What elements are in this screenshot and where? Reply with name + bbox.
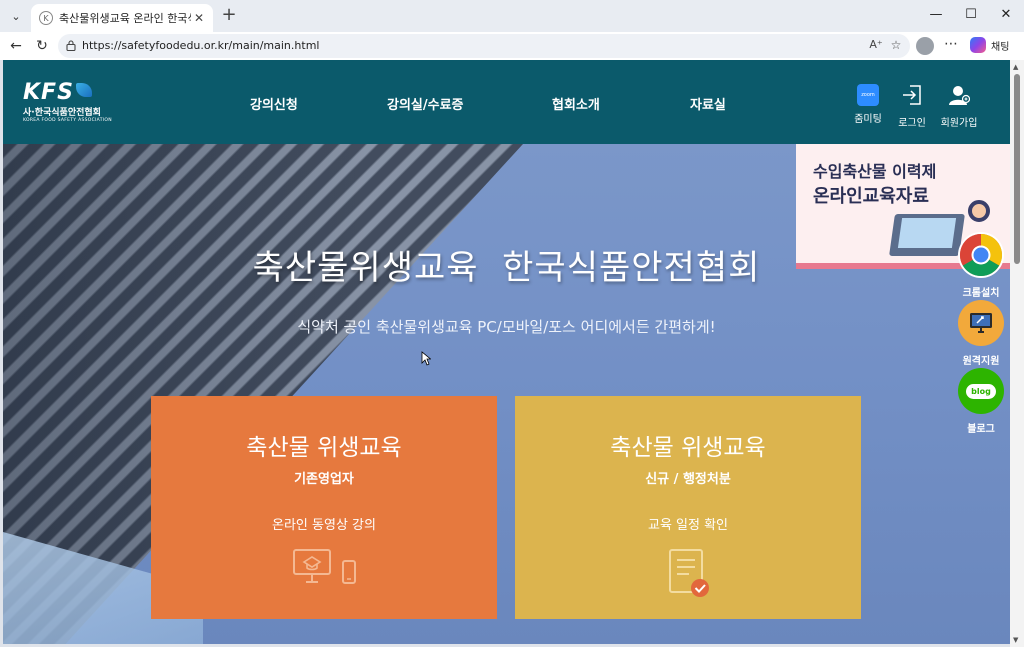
back-icon[interactable]: ←	[6, 36, 26, 56]
login-label: 로그인	[898, 118, 926, 129]
url-text[interactable]: https://safetyfoodedu.or.kr/main/main.ht…	[82, 39, 319, 52]
scroll-up-icon[interactable]: ▲	[1013, 63, 1018, 71]
card-description: 교육 일정 확인	[647, 518, 729, 533]
signup-label: 회원가입	[940, 118, 978, 129]
login-icon	[903, 85, 921, 105]
document-check-icon	[515, 548, 861, 600]
quick-link-blog[interactable]: blog 블로그	[953, 368, 1009, 435]
plus-icon[interactable]: +	[219, 6, 239, 26]
tab-favicon-icon: K	[39, 11, 53, 25]
quick-link-chrome-label: 크롬설치	[962, 288, 1000, 299]
nav-item-classroom[interactable]: 강의실/수료증	[387, 94, 464, 113]
minimize-icon[interactable]: —	[918, 4, 954, 26]
nav-item-course-apply[interactable]: 강의신청	[250, 94, 298, 113]
banner-line2: 온라인교육자료	[813, 186, 929, 207]
logo-swoosh-icon	[75, 83, 92, 97]
blog-icon-text: blog	[966, 383, 996, 399]
nav-item-about[interactable]: 협회소개	[552, 94, 600, 113]
login-button[interactable]: 로그인	[892, 84, 932, 129]
card-subtitle: 신규 / 행정처분	[645, 472, 731, 487]
blog-icon: blog	[958, 368, 1004, 414]
card-existing-business[interactable]: 축산물 위생교육 기존영업자 온라인 동영상 강의	[151, 396, 497, 619]
hero-subtitle: 식약처 공인 축산물위생교육 PC/모바일/포스 어디에서든 간편하게!	[297, 318, 716, 336]
browser-tab-bar: ⌄ K 축산물위생교육 온라인 한국식품 ✕ + — ☐ ✕	[0, 0, 1024, 32]
scrollbar-thumb[interactable]	[1014, 74, 1020, 264]
browser-tab[interactable]: K 축산물위생교육 온라인 한국식품 ✕	[31, 4, 213, 32]
card-description: 온라인 동영상 강의	[272, 518, 376, 533]
hero-section: 축산물위생교육 한국식품안전협회 식약처 공인 축산물위생교육 PC/모바일/포…	[3, 144, 1010, 644]
zoom-meeting-button[interactable]: zoom 줌미팅	[848, 84, 888, 125]
card-subtitle: 기존영업자	[294, 472, 354, 487]
maximize-icon[interactable]: ☐	[953, 4, 989, 26]
user-add-icon	[949, 86, 971, 105]
favorite-star-icon[interactable]: ☆	[888, 38, 904, 52]
card-new-business[interactable]: 축산물 위생교육 신규 / 행정처분 교육 일정 확인	[515, 396, 861, 619]
zoom-meeting-label: 줌미팅	[854, 114, 882, 125]
signup-button[interactable]: 회원가입	[939, 84, 979, 129]
close-icon[interactable]: ✕	[191, 11, 207, 25]
refresh-icon[interactable]: ↻	[32, 36, 52, 56]
logo-english-name: KOREA FOOD SAFETY ASSOCIATION	[23, 118, 112, 123]
read-aloud-icon[interactable]: A⁺	[868, 38, 884, 51]
monitor-mobile-icon	[151, 548, 497, 584]
quick-link-blog-label: 블로그	[967, 424, 995, 435]
scroll-down-icon[interactable]: ▼	[1013, 636, 1018, 644]
page-scrollbar[interactable]: ▲ ▼	[1010, 60, 1024, 647]
remote-support-icon	[958, 300, 1004, 346]
profile-icon[interactable]	[916, 37, 934, 55]
window-close-icon[interactable]: ✕	[988, 4, 1024, 26]
card-title: 축산물 위생교육	[246, 435, 402, 461]
person-illustration-icon	[968, 200, 990, 222]
more-icon[interactable]: ⋯	[944, 36, 958, 52]
mouse-cursor-icon	[421, 351, 431, 366]
lock-icon[interactable]	[66, 40, 76, 51]
quick-link-remote-support-label: 원격지원	[962, 356, 1000, 367]
site-header: KFS 사·한국식품안전협회 KOREA FOOD SAFETY ASSOCIA…	[3, 60, 1010, 144]
logo-korean-name: 사·한국식품안전협회	[23, 108, 101, 118]
quick-link-chrome[interactable]: 크롬설치	[953, 232, 1009, 299]
tab-list-icon[interactable]: ⌄	[6, 6, 26, 26]
address-bar[interactable]: https://safetyfoodedu.or.kr/main/main.ht…	[58, 34, 910, 58]
page-viewport: KFS 사·한국식품안전협회 KOREA FOOD SAFETY ASSOCIA…	[3, 60, 1010, 644]
chat-button[interactable]: 채팅	[970, 37, 1009, 53]
chat-label: 채팅	[991, 41, 1010, 53]
chrome-icon	[958, 232, 1004, 278]
card-title: 축산물 위생교육	[610, 435, 766, 461]
site-logo[interactable]: KFS 사·한국식품안전협회 KOREA FOOD SAFETY ASSOCIA…	[23, 80, 112, 123]
logo-mark: KFS	[23, 80, 74, 105]
quick-link-remote-support[interactable]: 원격지원	[953, 300, 1009, 367]
copilot-icon	[970, 37, 986, 53]
nav-item-library[interactable]: 자료실	[690, 94, 726, 113]
browser-toolbar: ← ↻ https://safetyfoodedu.or.kr/main/mai…	[0, 32, 1024, 60]
tab-title: 축산물위생교육 온라인 한국식품	[59, 12, 191, 25]
zoom-icon: zoom	[857, 84, 879, 106]
banner-line1: 수입축산물 이력제	[813, 162, 937, 181]
